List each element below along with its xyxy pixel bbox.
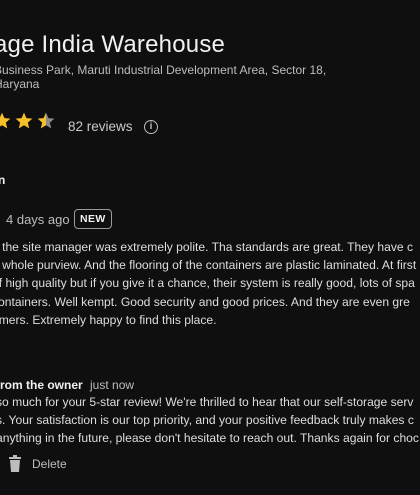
- reviews-count[interactable]: 82 reviews: [68, 119, 133, 134]
- reply-line: so much for your 5-star review! We're th…: [0, 395, 414, 409]
- half-star-icon: [37, 112, 55, 129]
- delete-label: Delete: [32, 456, 67, 471]
- review-line: of high quality but if you give it a cha…: [0, 276, 415, 291]
- owner-reply-label: from the owner: [0, 378, 83, 392]
- star-icon: [0, 112, 11, 129]
- review-line: omers. Extremely happy to find this plac…: [0, 312, 217, 327]
- new-badge: NEW: [74, 209, 112, 229]
- reply-line: s. Your satisfaction is our top priority…: [0, 413, 414, 428]
- review-line: containers. Well kempt. Good security an…: [0, 294, 410, 309]
- reply-line: anything in the future, please don't hes…: [0, 431, 419, 446]
- place-title: age India Warehouse: [0, 31, 226, 58]
- delete-button[interactable]: Delete: [8, 455, 67, 472]
- owner-reply-text: so much for your 5-star review! We're th…: [0, 393, 420, 448]
- review-line: e whole purview. And the flooring of the…: [0, 258, 417, 273]
- rating-stars: [0, 111, 56, 131]
- review-text: a the site manager was extremely polite.…: [0, 238, 420, 329]
- address-line-1: Business Park, Maruti Industrial Develop…: [0, 63, 327, 77]
- place-address: Business Park, Maruti Industrial Develop…: [0, 63, 326, 91]
- review-line: a the site manager was extremely polite.…: [0, 240, 414, 254]
- trash-icon: [9, 455, 21, 472]
- review-date: 4 days ago: [6, 212, 70, 227]
- owner-reply-header: from the owner just now: [0, 378, 134, 392]
- owner-reply-time: just now: [90, 378, 135, 392]
- star-icon: [15, 112, 33, 129]
- address-line-2: Haryana: [0, 77, 40, 91]
- info-icon[interactable]: i: [144, 120, 158, 134]
- review-author: n: [0, 173, 6, 187]
